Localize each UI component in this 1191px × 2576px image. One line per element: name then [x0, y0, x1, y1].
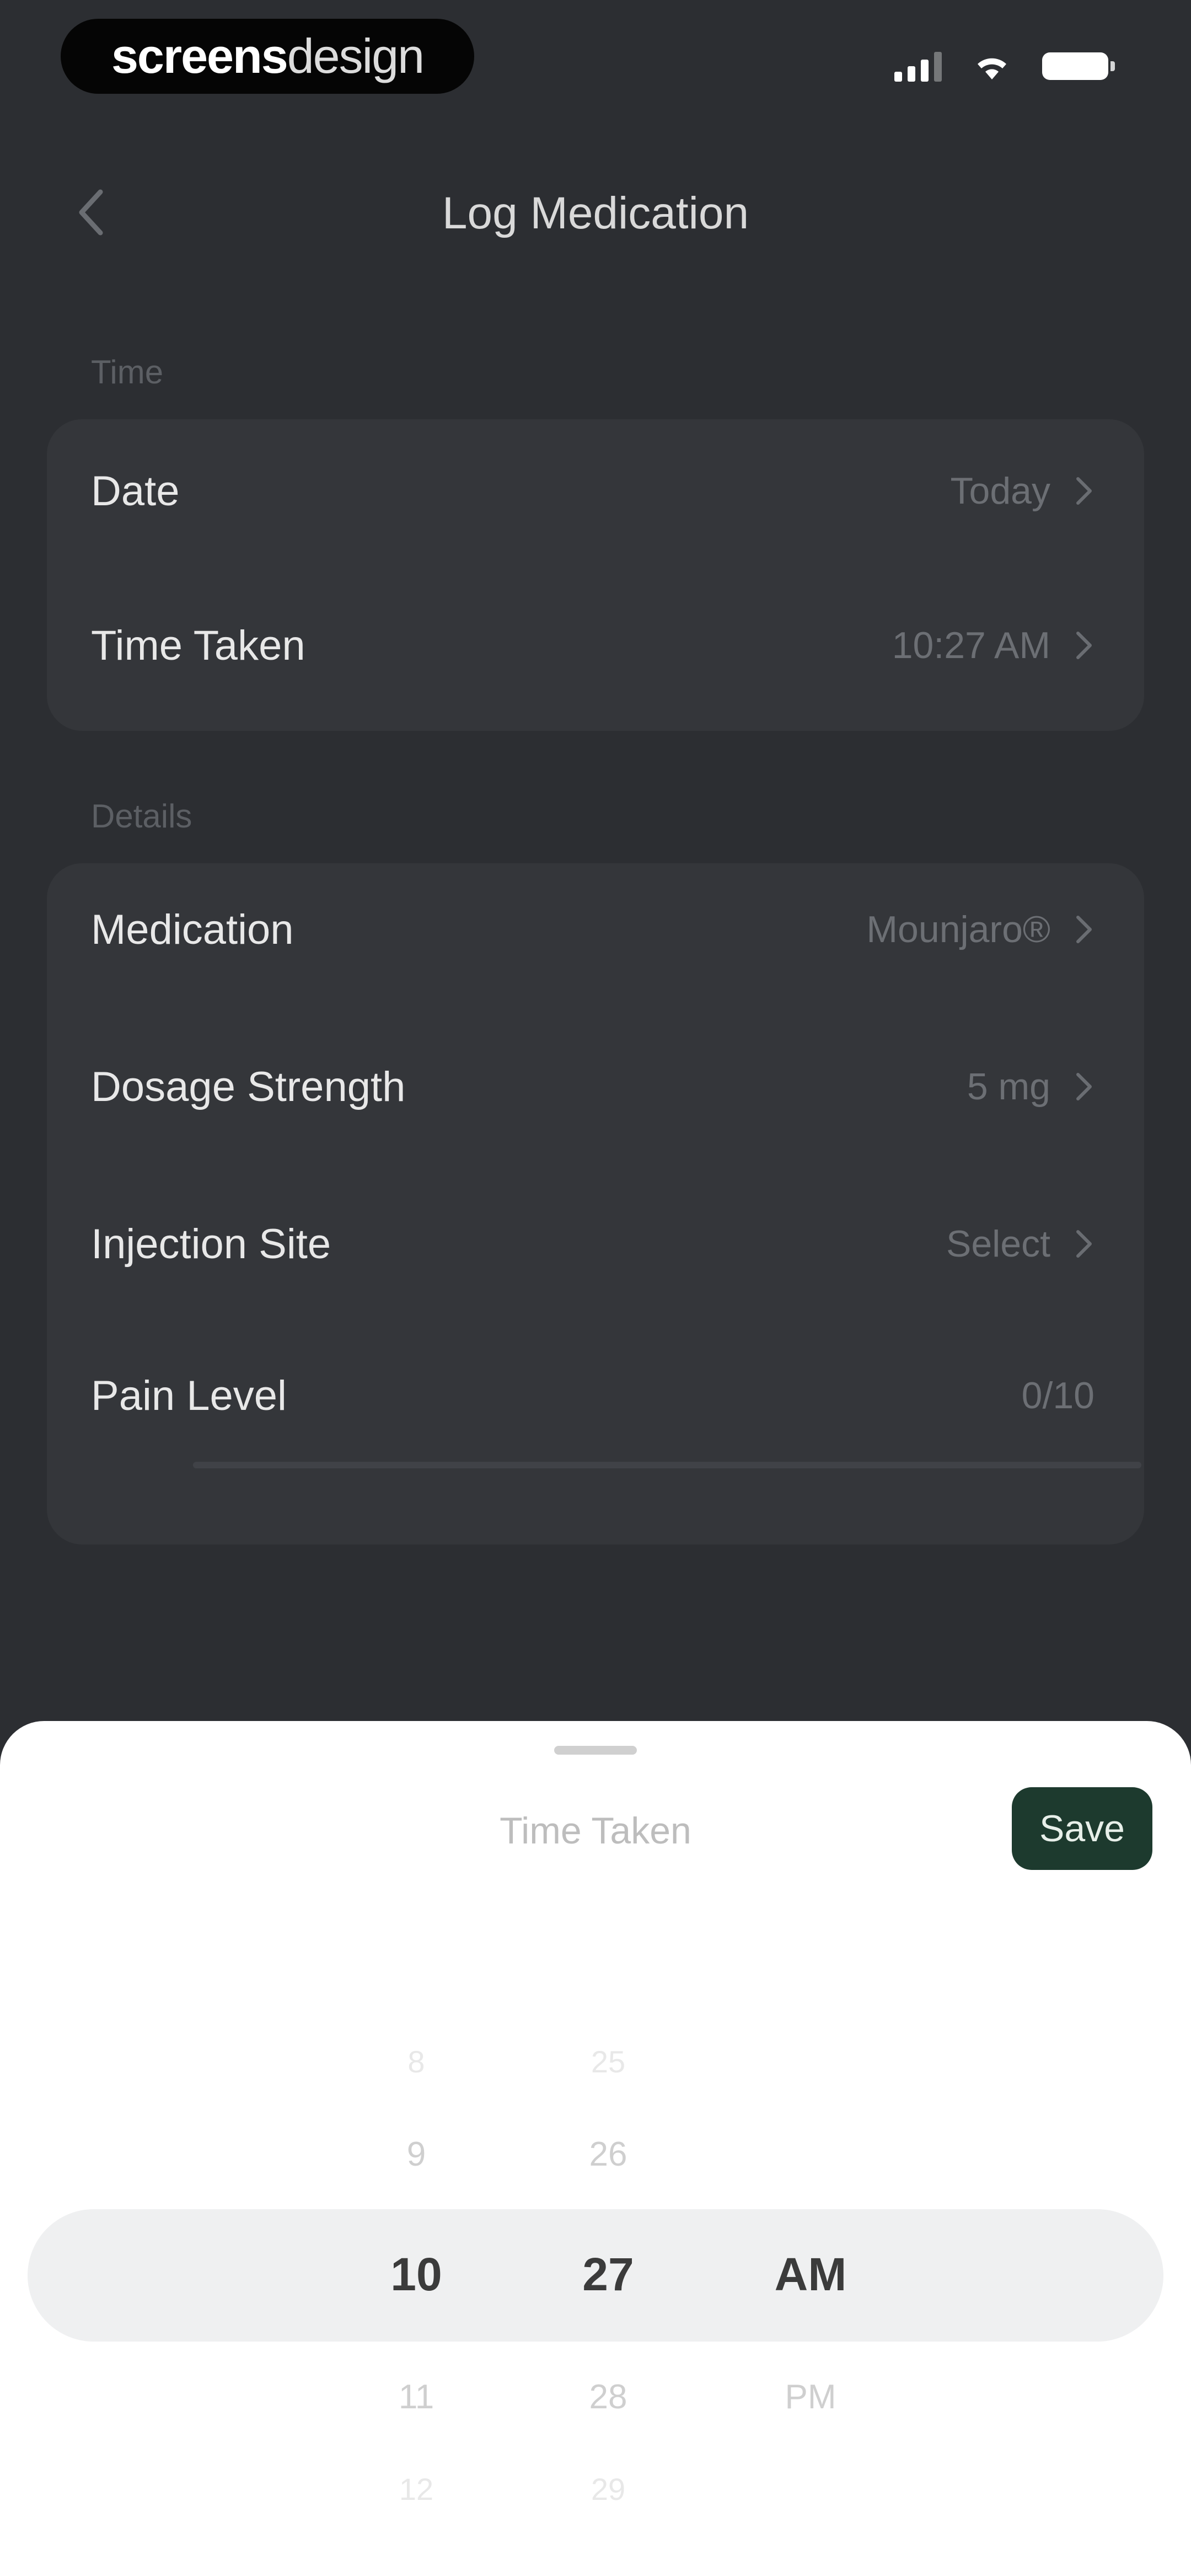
row-date-value: Today — [950, 470, 1050, 512]
row-pain-level: Pain Level 0/10 — [47, 1357, 1144, 1434]
row-dosage-strength-label: Dosage Strength — [91, 1063, 406, 1110]
row-date[interactable]: Date Today — [47, 452, 1144, 530]
row-injection-site-label: Injection Site — [91, 1220, 331, 1268]
chevron-right-icon — [1076, 632, 1092, 659]
sheet-drag-handle[interactable] — [554, 1746, 637, 1755]
save-button[interactable]: Save — [1012, 1787, 1152, 1870]
row-pain-level-value: 0/10 — [1021, 1375, 1095, 1417]
header: Log Medication — [0, 165, 1191, 265]
picker-minute-option[interactable]: 29 — [525, 2471, 691, 2507]
section-label-details: Details — [91, 798, 192, 835]
row-dosage-strength[interactable]: Dosage Strength 5 mg — [47, 1048, 1144, 1125]
picker-minute-option[interactable]: 28 — [525, 2377, 691, 2417]
picker-minute-column[interactable]: 25 26 27 28 29 — [525, 1886, 691, 2576]
chevron-right-icon — [1076, 916, 1092, 943]
row-medication[interactable]: Medication Mounjaro® — [47, 891, 1144, 968]
row-time-taken-label: Time Taken — [91, 622, 305, 669]
row-time-taken[interactable]: Time Taken 10:27 AM — [47, 607, 1144, 684]
picker-hour-column[interactable]: 8 9 10 11 12 — [334, 1886, 499, 2576]
brand-light-text: design — [287, 29, 425, 83]
brand-logo: screens design — [61, 19, 474, 94]
time-card: Date Today Time Taken 10:27 AM — [47, 419, 1144, 731]
row-medication-value: Mounjaro® — [866, 908, 1050, 950]
picker-hour-option[interactable]: 11 — [334, 2377, 499, 2417]
picker-period-option[interactable]: PM — [728, 2377, 893, 2417]
section-label-time: Time — [91, 354, 164, 391]
app-root: screensdesign Log Medication Time Date — [0, 0, 1191, 2576]
row-dosage-strength-value: 5 mg — [967, 1066, 1050, 1108]
page-title: Log Medication — [442, 188, 749, 238]
signal-icon — [894, 51, 942, 82]
status-bar: screens design — [0, 0, 1191, 121]
brand-bold-text: screens — [111, 29, 288, 83]
chevron-right-icon — [1076, 477, 1092, 505]
row-injection-site-value: Select — [946, 1223, 1050, 1265]
battery-icon — [1042, 52, 1115, 80]
picker-minute-option[interactable]: 25 — [525, 2044, 691, 2080]
details-card: Medication Mounjaro® Dosage Strength 5 m… — [47, 863, 1144, 1544]
status-icons — [894, 51, 1115, 82]
picker-period-selected[interactable]: AM — [728, 2248, 893, 2301]
row-time-taken-value: 10:27 AM — [892, 624, 1050, 666]
picker-hour-option[interactable]: 8 — [334, 2044, 499, 2080]
time-picker: 8 9 10 11 12 25 26 27 28 29 AM PM — [0, 1886, 1191, 2576]
picker-hour-option[interactable]: 9 — [334, 2135, 499, 2174]
picker-minute-option[interactable]: 26 — [525, 2135, 691, 2174]
pain-level-slider[interactable] — [193, 1462, 1141, 1468]
wifi-icon — [978, 58, 1006, 79]
chevron-right-icon — [1076, 1230, 1092, 1258]
picker-period-column[interactable]: AM PM — [728, 1886, 893, 2576]
time-picker-sheet: Time Taken Save 8 9 10 11 12 25 26 27 28… — [0, 1721, 1191, 2576]
picker-hour-selected[interactable]: 10 — [334, 2248, 499, 2301]
row-injection-site[interactable]: Injection Site Select — [47, 1205, 1144, 1282]
row-pain-level-label: Pain Level — [91, 1372, 287, 1419]
row-date-label: Date — [91, 467, 180, 515]
row-medication-label: Medication — [91, 906, 294, 953]
chevron-right-icon — [1076, 1073, 1092, 1100]
picker-hour-option[interactable]: 12 — [334, 2471, 499, 2507]
picker-minute-selected[interactable]: 27 — [525, 2248, 691, 2301]
